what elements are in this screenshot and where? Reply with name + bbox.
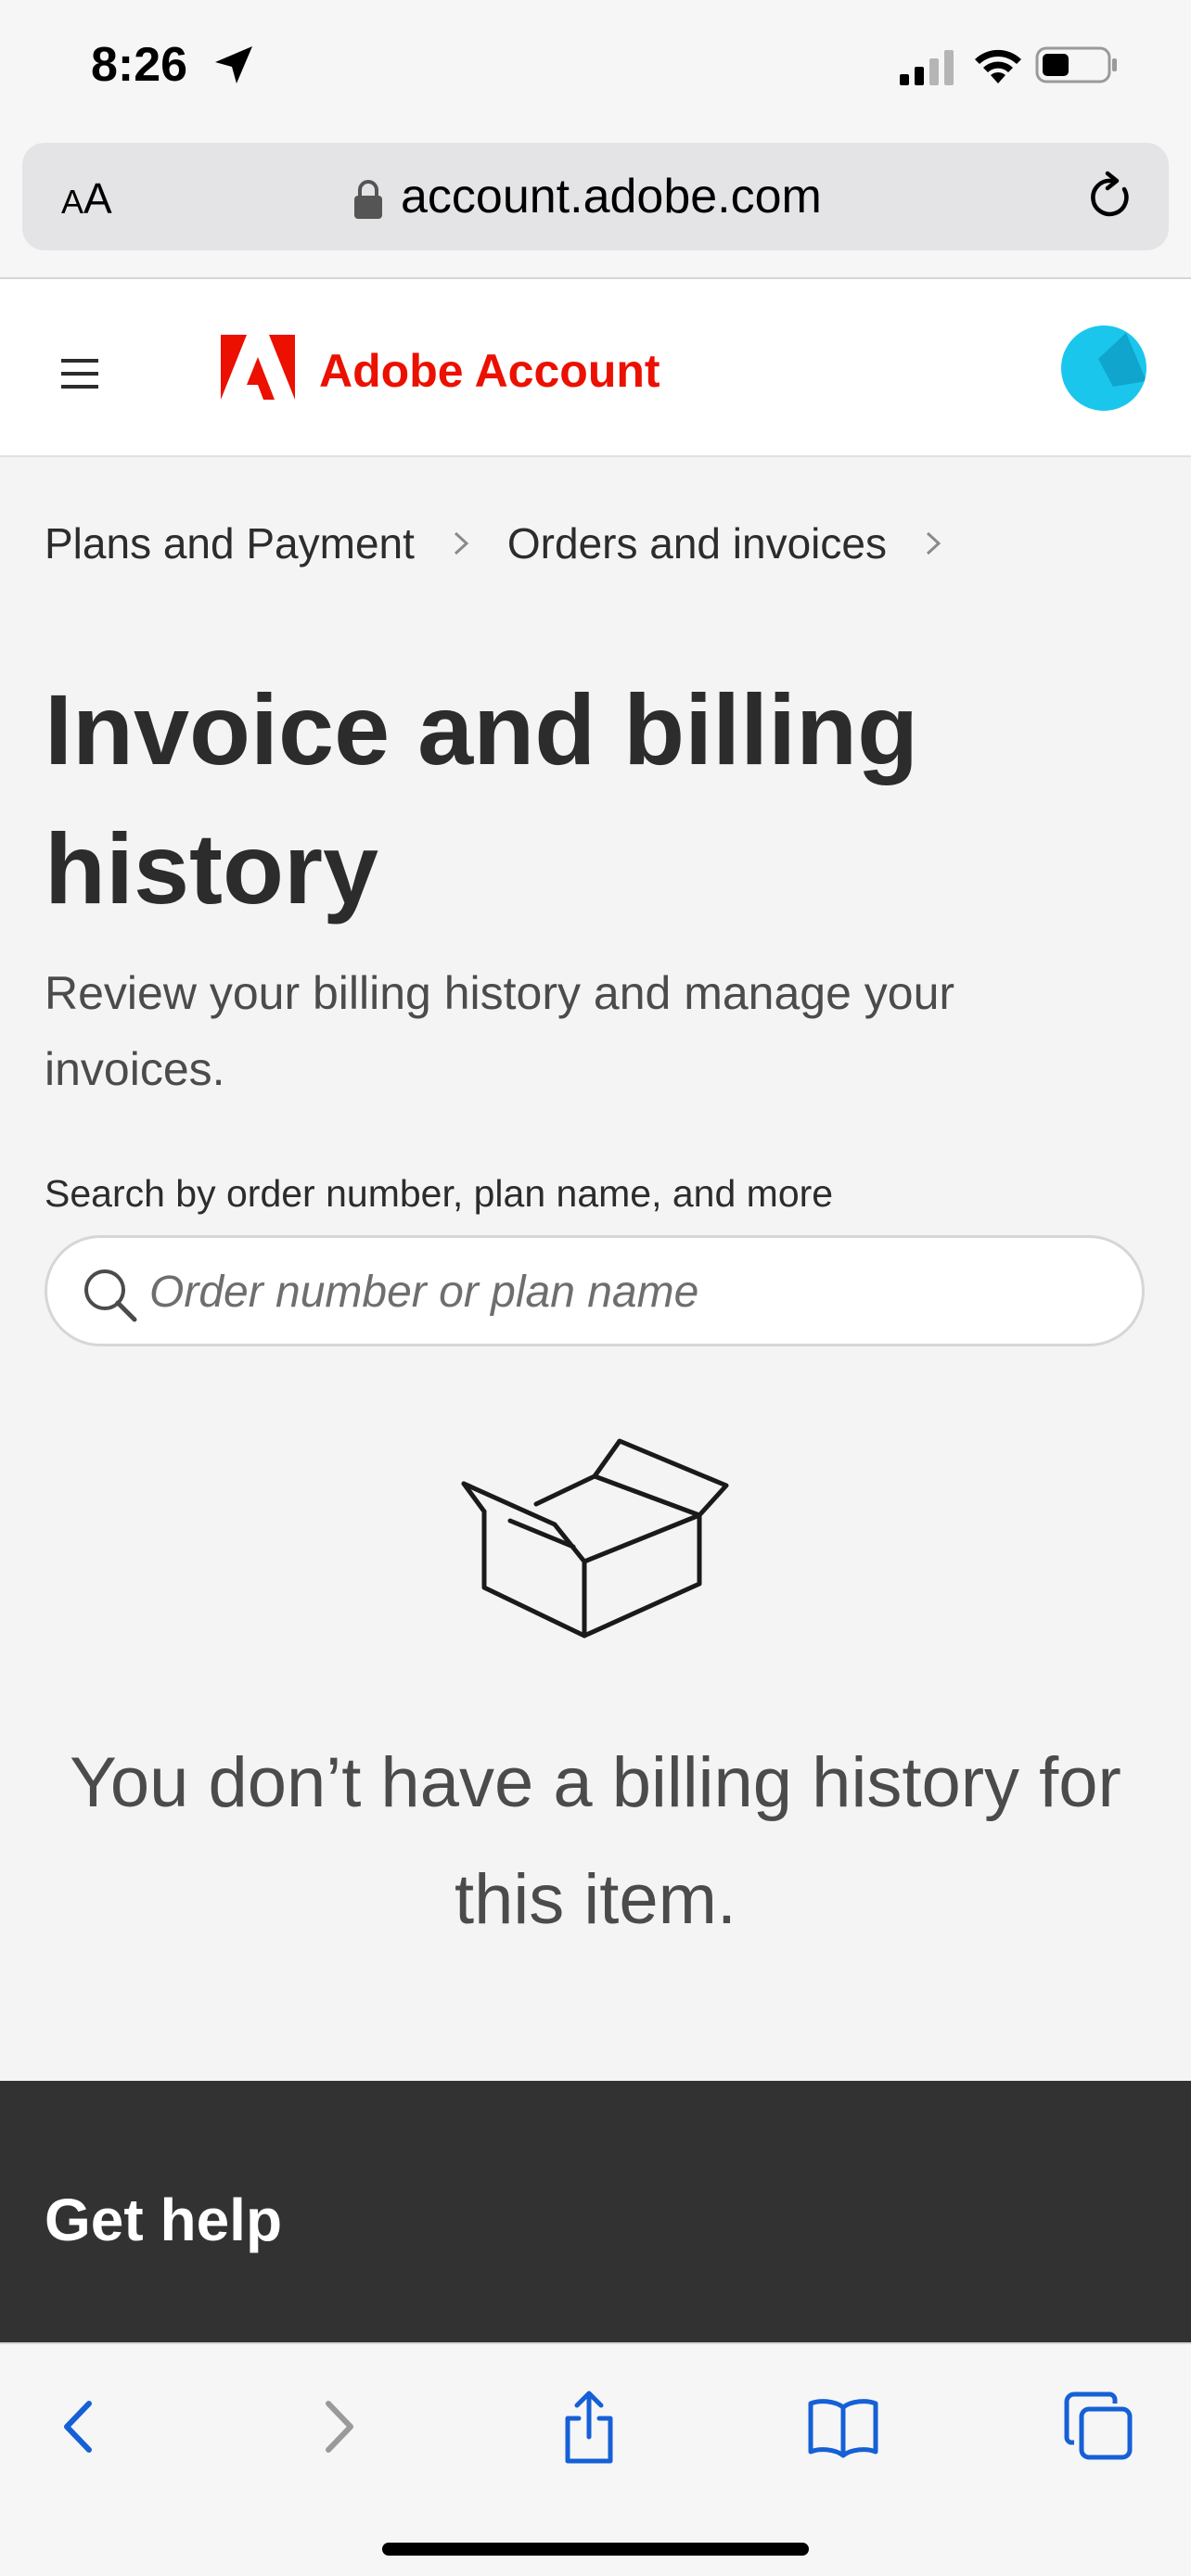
hamburger-menu-icon[interactable] xyxy=(61,357,102,390)
share-button[interactable] xyxy=(547,2385,631,2468)
status-bar: 8:26 xyxy=(0,0,1191,134)
back-icon xyxy=(64,2401,92,2453)
search-icon xyxy=(84,1269,137,1322)
share-icon xyxy=(565,2391,613,2464)
address-bar[interactable]: AA account.adobe.com xyxy=(22,143,1169,250)
lock-icon xyxy=(354,180,382,219)
page-title: Invoice and billing history xyxy=(45,673,919,925)
browser-toolbar xyxy=(0,2342,1191,2576)
tabs-icon xyxy=(1064,2391,1133,2460)
reload-icon[interactable] xyxy=(1083,171,1137,224)
site-header: Adobe Account xyxy=(0,279,1191,457)
help-title: Get help xyxy=(45,2187,283,2253)
status-time: 8:26 xyxy=(91,38,188,92)
empty-state-message: You don’t have a billing history for thi… xyxy=(70,1743,1121,1939)
bookmarks-icon xyxy=(808,2399,878,2458)
forward-icon xyxy=(326,2401,353,2453)
breadcrumb-plans-and-payment[interactable]: Plans and Payment xyxy=(45,518,415,568)
help-section: Get help xyxy=(0,2081,1191,2342)
chevron-right-icon xyxy=(926,531,941,555)
browser-address-area: AA account.adobe.com xyxy=(0,134,1191,279)
avatar-graphic-icon xyxy=(1098,333,1146,387)
back-button[interactable] xyxy=(37,2385,121,2468)
text-size-small-label: A xyxy=(61,183,84,221)
adobe-logo-icon[interactable] xyxy=(221,335,295,400)
open-box-icon xyxy=(461,1438,729,1639)
tabs-button[interactable] xyxy=(1057,2385,1141,2468)
breadcrumb-orders-and-invoices[interactable]: Orders and invoices xyxy=(507,518,887,568)
battery-icon xyxy=(1035,46,1117,83)
home-indicator[interactable] xyxy=(382,2543,809,2556)
text-size-button[interactable]: AA xyxy=(61,172,135,224)
url-text[interactable]: account.adobe.com xyxy=(401,167,822,226)
cellular-signal-icon xyxy=(900,50,954,85)
bookmarks-button[interactable] xyxy=(801,2385,885,2468)
location-arrow-icon xyxy=(215,46,252,83)
page-subtitle: Review your billing history and manage y… xyxy=(45,967,955,1095)
text-size-large-label: A xyxy=(83,174,112,223)
search-input[interactable] xyxy=(149,1256,1114,1327)
app-title[interactable]: Adobe Account xyxy=(319,338,660,403)
search-field[interactable] xyxy=(45,1235,1145,1346)
forward-button[interactable] xyxy=(297,2385,380,2468)
breadcrumb: Plans and Payment Orders and invoices xyxy=(45,516,980,571)
wifi-icon xyxy=(975,49,1021,83)
search-label: Search by order number, plan name, and m… xyxy=(45,1172,834,1215)
chevron-right-icon xyxy=(454,531,469,555)
user-avatar[interactable] xyxy=(1061,325,1146,411)
